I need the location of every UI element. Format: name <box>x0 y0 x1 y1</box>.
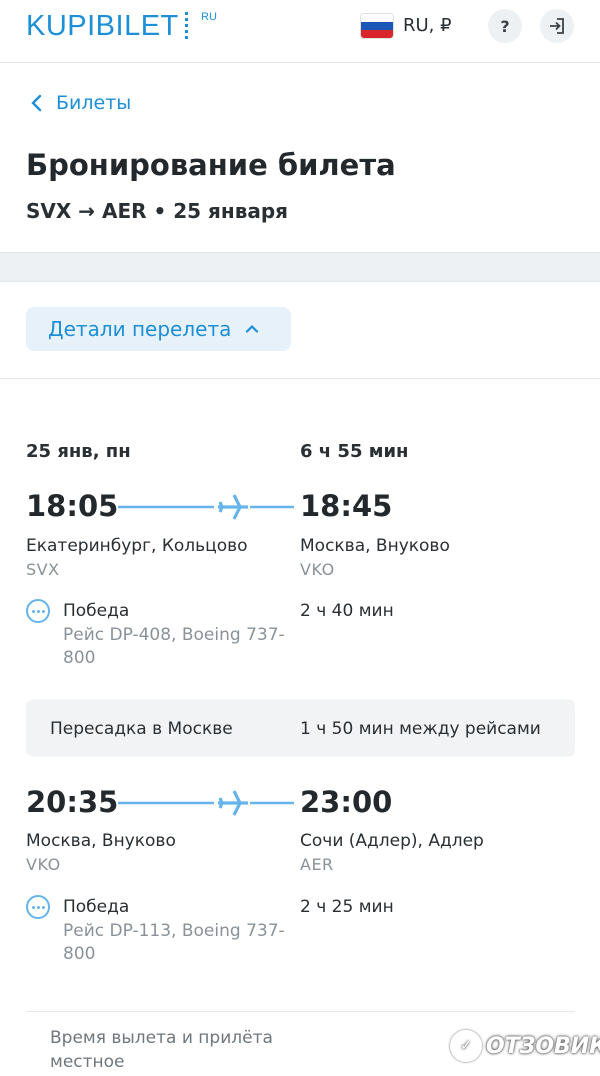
back-link-label: Билеты <box>56 92 132 114</box>
help-button[interactable]: ? <box>488 9 522 43</box>
divider <box>0 378 600 379</box>
chevron-up-icon <box>246 324 259 333</box>
watermark-logo-icon: ✓ <box>450 1030 482 1062</box>
section-separator <box>0 252 600 282</box>
trip-total-duration: 6 ч 55 мин <box>300 441 409 462</box>
segment-duration: 2 ч 25 мин <box>300 897 394 917</box>
departure-time: 18:05 <box>26 489 119 523</box>
flight-path-icon <box>118 494 294 520</box>
back-link[interactable]: Билеты <box>26 92 131 114</box>
locale-selector[interactable]: RU, ₽ <box>403 15 452 36</box>
help-icon: ? <box>500 16 510 36</box>
arrival-airport-code: VKO <box>300 560 335 579</box>
divider <box>26 1011 575 1012</box>
flight-number: Рейс DP-408, Boeing 737-800 <box>63 625 285 668</box>
brand-logo[interactable]: KUPIBILET <box>26 10 179 43</box>
login-icon <box>550 18 564 34</box>
segment-duration: 2 ч 40 мин <box>300 601 394 621</box>
flight-details-label: Детали перелета <box>48 317 232 341</box>
flight-details-toggle[interactable]: Детали перелета <box>26 307 291 351</box>
arrival-city: Москва, Внуково <box>300 536 450 556</box>
airline-name: Победа <box>63 601 130 621</box>
route-summary: SVX → AER • 25 января <box>26 199 289 223</box>
transfer-label: Пересадка в Москве <box>50 719 233 739</box>
top-header: KUPIBILET RU RU, ₽ ? <box>0 0 600 63</box>
watermark-text: ОТЗОВИК <box>486 1033 600 1059</box>
logo-separator <box>185 12 188 42</box>
departure-city: Москва, Внуково <box>26 831 176 851</box>
page-title: Бронирование билета <box>26 148 396 182</box>
arrival-time: 18:45 <box>300 489 393 523</box>
local-time-note: Время вылета и прилёта местное <box>50 1028 273 1072</box>
airline-logo-icon <box>26 599 50 623</box>
arrival-time: 23:00 <box>300 785 393 819</box>
russia-flag-icon[interactable] <box>361 14 393 38</box>
departure-time: 20:35 <box>26 785 119 819</box>
departure-city: Екатеринбург, Кольцово <box>26 536 248 556</box>
flight-path-icon <box>118 790 294 816</box>
login-button[interactable] <box>540 9 574 43</box>
flight-number: Рейс DP-113, Boeing 737-800 <box>63 921 285 964</box>
transfer-info: Пересадка в Москве 1 ч 50 мин между рейс… <box>26 699 575 757</box>
departure-airport-code: VKO <box>26 855 61 874</box>
arrival-city: Сочи (Адлер), Адлер <box>300 831 484 851</box>
airline-logo-icon <box>26 895 50 919</box>
brand-logo-suffix: RU <box>201 11 217 23</box>
trip-date: 25 янв, пн <box>26 441 131 462</box>
airline-name: Победа <box>63 897 130 917</box>
chevron-left-icon <box>31 94 42 112</box>
transfer-duration: 1 ч 50 мин между рейсами <box>300 719 541 739</box>
watermark: ✓ ОТЗОВИК <box>450 1030 600 1062</box>
arrival-airport-code: AER <box>300 855 334 874</box>
departure-airport-code: SVX <box>26 560 60 579</box>
